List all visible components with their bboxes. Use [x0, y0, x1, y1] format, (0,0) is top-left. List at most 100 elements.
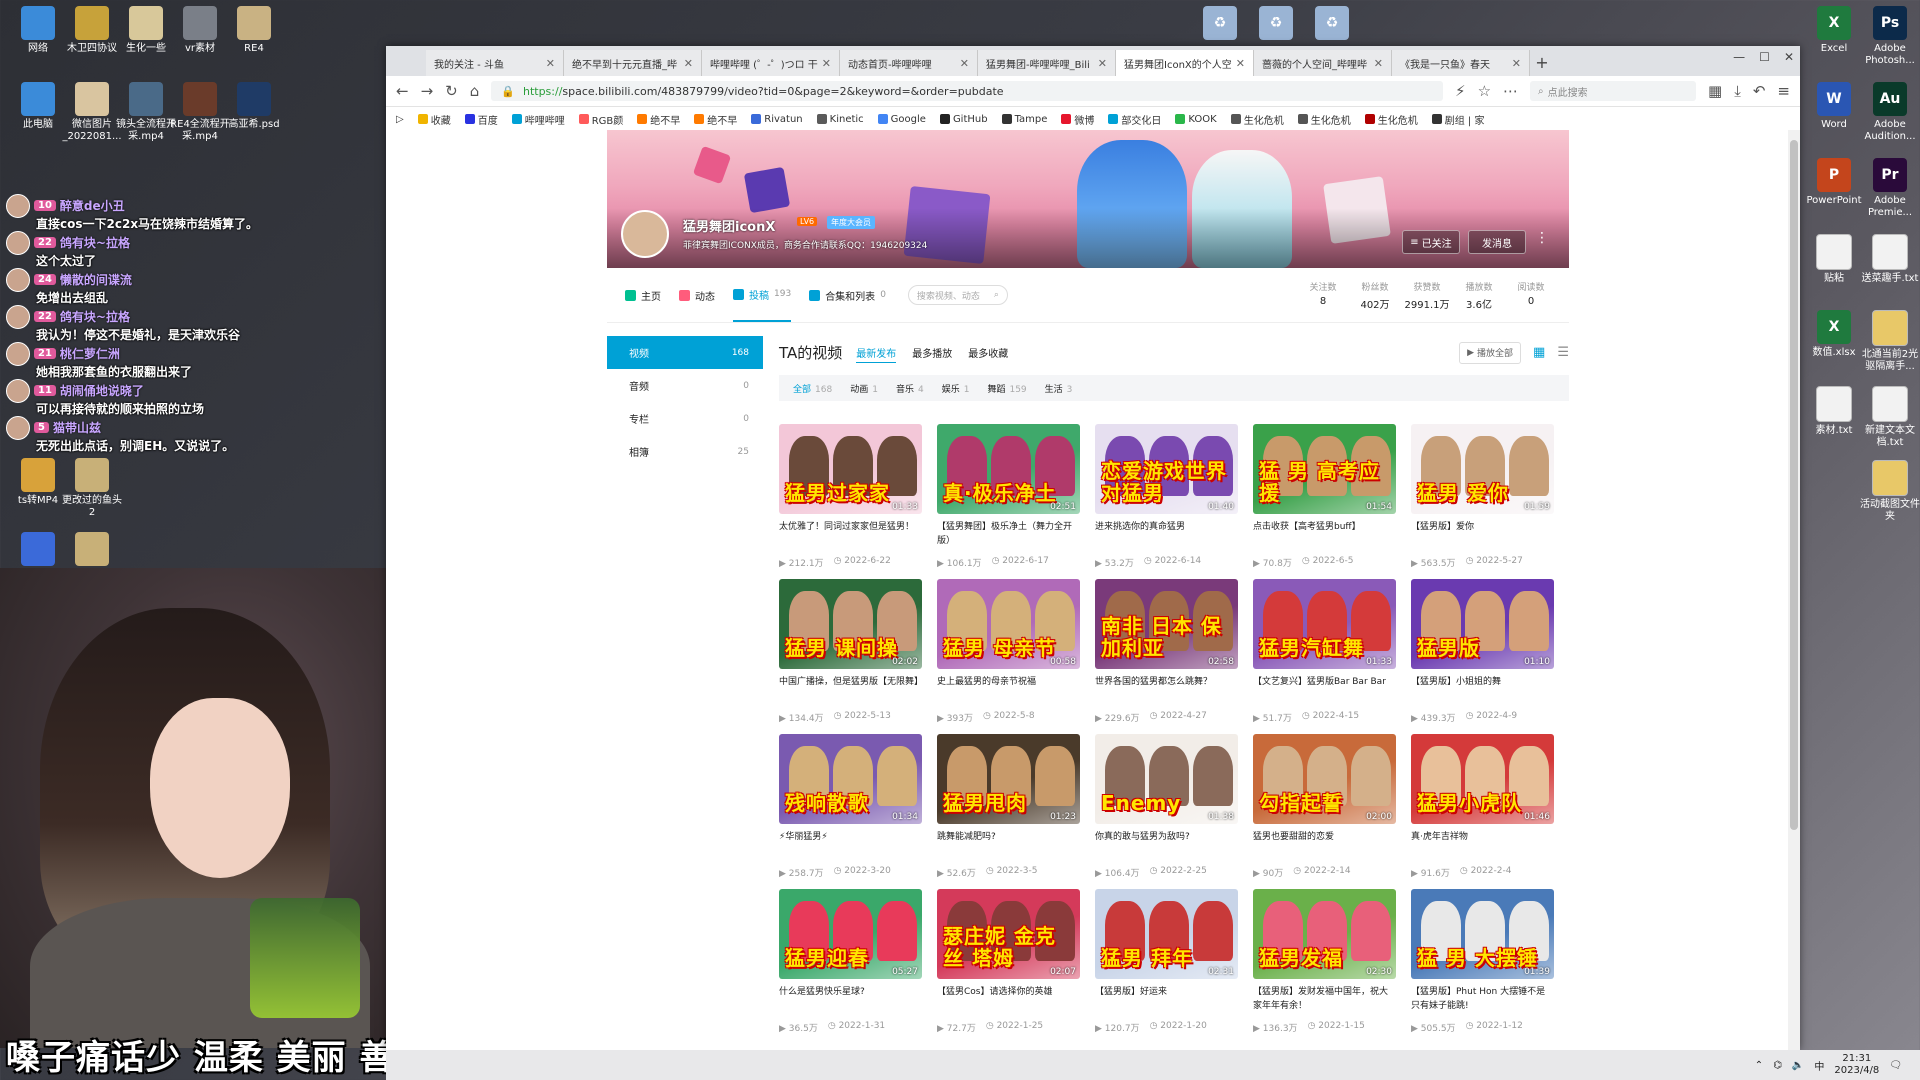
video-title[interactable]: 【猛男版】发财发福中国年，祝大家年年有余！ — [1253, 985, 1396, 1013]
avatar[interactable] — [621, 210, 669, 258]
video-card[interactable]: 猛男小虎队 01:46 真·虎年吉祥物 ▶ 91.6万 ◷ 2022-2-4 — [1411, 734, 1554, 889]
video-thumbnail[interactable]: 猛男小虎队 01:46 — [1411, 734, 1554, 824]
bookmark-item[interactable]: 收藏 — [417, 112, 451, 127]
desktop-icon[interactable]: RE4 — [222, 6, 286, 55]
recycle-bin-icon[interactable]: ♻ — [1188, 6, 1252, 43]
space-nav-tab[interactable]: 主页 — [625, 268, 661, 322]
bookmark-item[interactable]: 绝不早 — [637, 112, 680, 127]
desktop-icon[interactable]: 更改过的鱼头2 — [60, 458, 124, 519]
video-title[interactable]: 中国广播操，但是猛男版【无限舞】 — [779, 675, 922, 703]
tab-close-icon[interactable]: ✕ — [684, 57, 693, 70]
lightning-icon[interactable]: ⚡ — [1455, 82, 1466, 100]
tab-close-icon[interactable]: ✕ — [822, 57, 831, 70]
desktop-icon[interactable]: 北通当前2光驱隔离手... — [1858, 310, 1920, 373]
desktop-icon[interactable]: Pr Adobe Premie... — [1858, 158, 1920, 219]
video-title[interactable]: 太优雅了！同词过家家但是猛男！ — [779, 520, 922, 548]
space-nav-tab[interactable]: 投稿 193 — [733, 268, 792, 322]
sidebar-toggle-icon[interactable]: ▷ — [396, 114, 404, 125]
list-view-icon[interactable]: ☰ — [1557, 345, 1569, 360]
browser-tab[interactable]: 哔哩哔哩 (゜-゜)つロ 干 ✕ — [702, 50, 840, 76]
video-title[interactable]: 世界各国的猛男都怎么跳舞？ — [1095, 675, 1238, 703]
video-card[interactable]: 猛男 爱你 01:59 【猛男版】爱你 ▶ 563.5万 ◷ 2022-5-27 — [1411, 424, 1554, 579]
browser-tab[interactable]: 绝不早到十元元直播_哔 ✕ — [564, 50, 702, 76]
video-thumbnail[interactable]: 猛 男 大摆锤 01:39 — [1411, 889, 1554, 979]
bookmark-item[interactable]: 百度 — [464, 112, 498, 127]
hamburger-menu-icon[interactable]: ≡ — [1777, 82, 1790, 100]
url-field[interactable]: 🔒 https://space.bilibili.com/483879799/v… — [491, 81, 1444, 101]
follow-button[interactable]: ≡ 已关注 — [1402, 230, 1460, 254]
space-search-input[interactable]: 搜索视频、动态 ⌕ — [907, 285, 1008, 305]
reload-icon[interactable]: ↻ — [445, 82, 458, 100]
desktop-icon[interactable]: 活动截图文件夹 — [1858, 460, 1920, 523]
video-card[interactable]: 猛 男 大摆锤 01:39 【猛男版】Phut Hon 大摆锤不是只有妹子能跳! ▶ … — [1411, 889, 1554, 1044]
stat-item[interactable]: 粉丝数 402万 — [1349, 268, 1401, 322]
browser-tab[interactable]: 我的关注 - 斗鱼 ✕ — [426, 50, 564, 76]
sidebar-item[interactable]: 音频 0 — [607, 369, 763, 402]
stat-item[interactable]: 播放数 3.6亿 — [1453, 268, 1505, 322]
video-title[interactable]: 【猛男版】Phut Hon 大摆锤不是只有妹子能跳! — [1411, 985, 1554, 1013]
minimize-icon[interactable]: — — [1733, 50, 1745, 64]
recycle-bin-icon[interactable]: ♻ — [1300, 6, 1364, 43]
category-filter[interactable]: 生活 3 — [1045, 382, 1073, 395]
video-title[interactable]: 【猛男Cos】请选择你的英雄 — [937, 985, 1080, 1013]
video-card[interactable]: 恋爱游戏世界 对猛男 01:40 进来挑选你的真命猛男 ▶ 53.2万 ◷ 2022-6… — [1095, 424, 1238, 579]
more-vertical-icon[interactable]: ⋮ — [1535, 230, 1549, 246]
bookmark-item[interactable]: 绝不早 — [694, 112, 737, 127]
video-card[interactable]: 猛 男 高考应援 01:54 点击收获【高考猛男buff】 ▶ 70.8万 ◷ 2022… — [1253, 424, 1396, 579]
video-thumbnail[interactable]: 真·极乐净土 02:51 — [937, 424, 1080, 514]
system-clock[interactable]: 21:31 2023/4/8 — [1834, 1053, 1879, 1077]
video-card[interactable]: 真·极乐净土 02:51 【猛男舞团】极乐净土（舞力全开版） ▶ 106.1万 ◷ 20… — [937, 424, 1080, 579]
bookmark-item[interactable]: 生化危机 — [1230, 112, 1284, 127]
network-icon[interactable]: ⌬ — [1773, 1060, 1782, 1071]
video-thumbnail[interactable]: 猛男汽缸舞 01:33 — [1253, 579, 1396, 669]
desktop-icon[interactable]: 贴粘 — [1802, 234, 1866, 285]
video-title[interactable]: ⚡华丽猛男⚡ — [779, 830, 922, 858]
category-filter[interactable]: 全部 168 — [793, 382, 832, 395]
video-thumbnail[interactable]: 猛男甩肉 01:23 — [937, 734, 1080, 824]
video-title[interactable]: 【猛男舞团】极乐净土（舞力全开版） — [937, 520, 1080, 548]
bookmark-item[interactable]: 剧组 | 家 — [1431, 112, 1484, 127]
video-card[interactable]: 猛男版 01:10 【猛男版】小姐姐的舞 ▶ 439.3万 ◷ 2022-4-9 — [1411, 579, 1554, 734]
video-thumbnail[interactable]: 瑟庄妮 金克丝 塔姆 02:07 — [937, 889, 1080, 979]
bookmark-item[interactable]: 部交化日 — [1108, 112, 1161, 127]
category-filter[interactable]: 舞蹈 159 — [987, 382, 1026, 395]
message-button[interactable]: 发消息 — [1468, 230, 1526, 254]
desktop-icon[interactable]: Ps Adobe Photosh... — [1858, 6, 1920, 67]
video-card[interactable]: 勾指起誓 02:00 猛男也要甜甜的恋爱 ▶ 90万 ◷ 2022-2-14 — [1253, 734, 1396, 889]
video-title[interactable]: 点击收获【高考猛男buff】 — [1253, 520, 1396, 548]
bookmark-item[interactable]: 生化危机 — [1297, 112, 1351, 127]
browser-tab[interactable]: 《我是一只鱼》春天 ✕ — [1392, 50, 1530, 76]
video-title[interactable]: 史上最猛男的母亲节祝福 — [937, 675, 1080, 703]
sidebar-item[interactable]: 专栏 0 — [607, 402, 763, 435]
desktop-icon[interactable]: X Excel — [1802, 6, 1866, 55]
tab-close-icon[interactable]: ✕ — [1236, 57, 1245, 70]
video-card[interactable]: 猛男 课间操 02:02 中国广播操，但是猛男版【无限舞】 ▶ 134.4万 ◷ 202… — [779, 579, 922, 734]
video-thumbnail[interactable]: 猛男 爱你 01:59 — [1411, 424, 1554, 514]
volume-icon[interactable]: 🔈 — [1792, 1060, 1804, 1071]
video-title[interactable]: 真·虎年吉祥物 — [1411, 830, 1554, 858]
undo-icon[interactable]: ↶ — [1753, 82, 1766, 100]
browser-search-input[interactable]: ⌕ 点此搜索 — [1530, 81, 1697, 101]
sidebar-item[interactable]: 相簿 25 — [607, 435, 763, 468]
home-icon[interactable]: ⌂ — [470, 82, 480, 100]
category-filter[interactable]: 动画 1 — [850, 382, 878, 395]
desktop-icon[interactable]: P PowerPoint — [1802, 158, 1866, 207]
recycle-bin-icon[interactable]: ♻ — [1244, 6, 1308, 43]
video-thumbnail[interactable]: 勾指起誓 02:00 — [1253, 734, 1396, 824]
desktop-icon[interactable]: X 数值.xlsx — [1802, 310, 1866, 359]
sidebar-item[interactable]: 视频 168 — [607, 336, 763, 369]
new-tab-button[interactable]: + — [1530, 50, 1554, 76]
video-title[interactable]: 猛男也要甜甜的恋爱 — [1253, 830, 1396, 858]
video-title[interactable]: 【猛男版】小姐姐的舞 — [1411, 675, 1554, 703]
space-nav-tab[interactable]: 动态 — [679, 268, 715, 322]
bookmark-item[interactable]: 生化危机 — [1364, 112, 1418, 127]
back-icon[interactable]: ← — [396, 82, 409, 100]
video-thumbnail[interactable]: 残响散歌 01:34 — [779, 734, 922, 824]
video-thumbnail[interactable]: 猛男迎春 05:27 — [779, 889, 922, 979]
video-title[interactable]: 【猛男版】爱你 — [1411, 520, 1554, 548]
download-icon[interactable]: ⤓ — [1734, 82, 1741, 100]
grid-view-icon[interactable]: ▦ — [1533, 345, 1545, 360]
browser-tab[interactable]: 动态首页-哔哩哔哩 ✕ — [840, 50, 978, 76]
maximize-icon[interactable]: ☐ — [1759, 50, 1770, 64]
bookmark-item[interactable]: Google — [877, 114, 926, 125]
